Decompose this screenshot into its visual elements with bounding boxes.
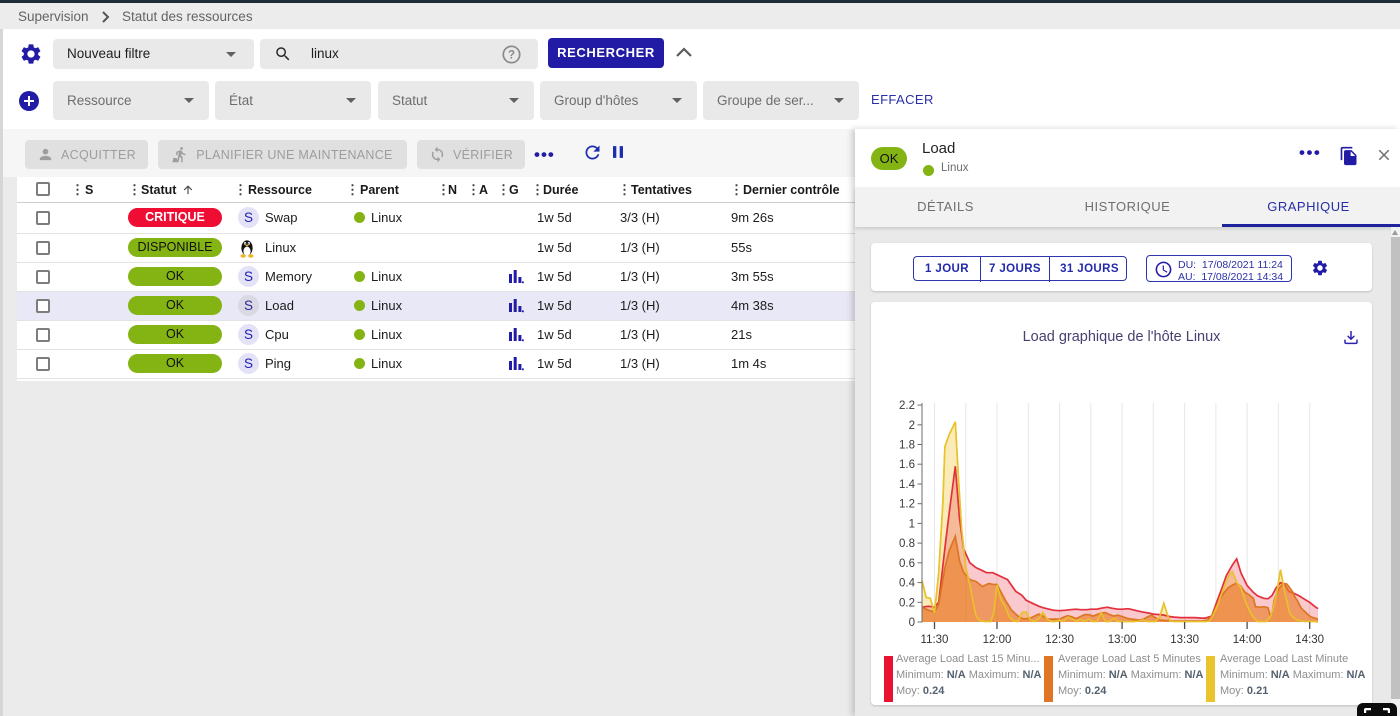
svg-text:1.2: 1.2 bbox=[899, 499, 915, 511]
svg-text:14:00: 14:00 bbox=[1233, 634, 1262, 646]
svg-text:11:30: 11:30 bbox=[921, 634, 949, 646]
svg-text:12:30: 12:30 bbox=[1045, 634, 1074, 646]
svg-text:1: 1 bbox=[909, 518, 915, 530]
svg-text:0.6: 0.6 bbox=[899, 558, 915, 570]
svg-text:0: 0 bbox=[909, 617, 915, 629]
svg-text:1.8: 1.8 bbox=[899, 440, 915, 452]
svg-text:0.4: 0.4 bbox=[899, 578, 916, 590]
svg-text:0.2: 0.2 bbox=[899, 597, 915, 609]
svg-text:1.4: 1.4 bbox=[899, 479, 916, 491]
svg-text:13:30: 13:30 bbox=[1170, 634, 1199, 646]
svg-text:2: 2 bbox=[909, 420, 915, 432]
svg-text:1.6: 1.6 bbox=[899, 459, 915, 471]
svg-text:12:00: 12:00 bbox=[983, 634, 1012, 646]
svg-text:2.2: 2.2 bbox=[899, 400, 915, 412]
svg-text:14:30: 14:30 bbox=[1295, 634, 1324, 646]
svg-text:0.8: 0.8 bbox=[899, 538, 915, 550]
svg-text:13:00: 13:00 bbox=[1108, 634, 1137, 646]
svg-text:?: ? bbox=[508, 50, 515, 62]
